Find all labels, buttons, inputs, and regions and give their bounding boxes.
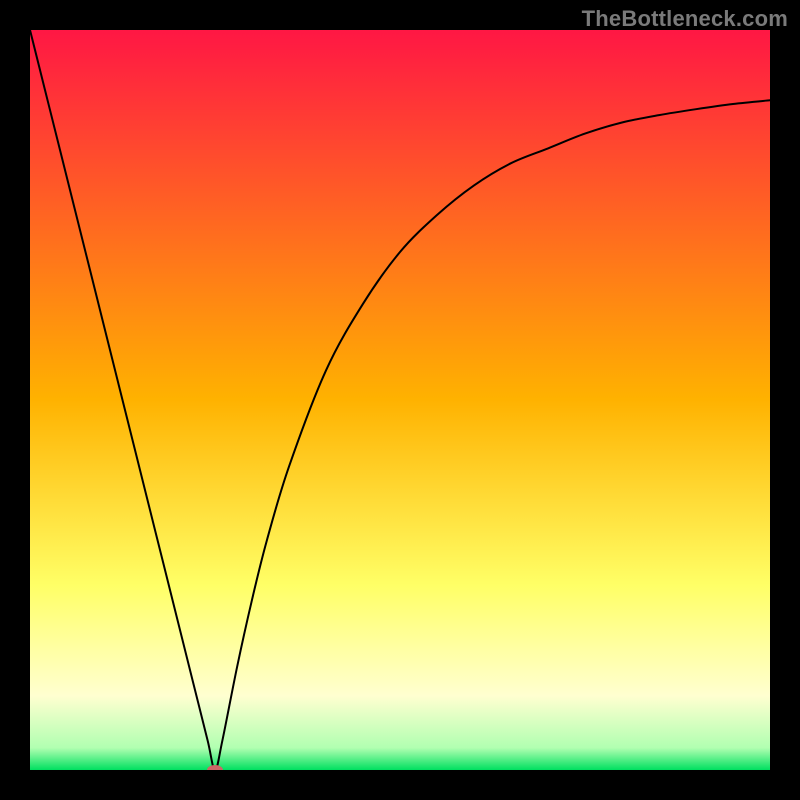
chart-frame: TheBottleneck.com xyxy=(0,0,800,800)
plot-area xyxy=(30,30,770,770)
watermark-text: TheBottleneck.com xyxy=(582,6,788,32)
chart-svg xyxy=(30,30,770,770)
gradient-background xyxy=(30,30,770,770)
